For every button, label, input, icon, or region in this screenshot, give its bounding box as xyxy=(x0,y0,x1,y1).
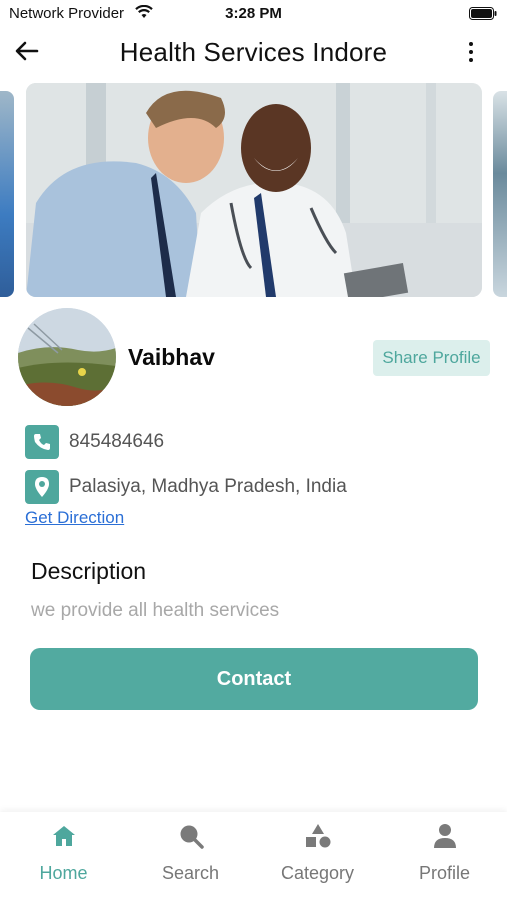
get-direction-link[interactable]: Get Direction xyxy=(25,508,124,528)
phone-row[interactable]: 845484646 xyxy=(25,425,164,459)
carousel-main-slide[interactable] xyxy=(26,83,482,297)
more-dot-icon xyxy=(469,58,473,62)
battery-icon xyxy=(469,7,497,20)
carousel-next-slide[interactable] xyxy=(493,91,507,297)
profile-icon xyxy=(431,822,459,850)
nav-item-home[interactable]: Home xyxy=(0,822,127,884)
page-title: Health Services Indore xyxy=(119,37,388,67)
image-carousel[interactable] xyxy=(0,83,507,297)
nav-label-category: Category xyxy=(280,863,355,883)
avatar xyxy=(18,308,116,406)
app-header: Health Services Indore xyxy=(0,32,507,72)
bottom-nav: Home Search Category Profile xyxy=(0,812,507,900)
nav-label-profile: Profile xyxy=(418,863,471,883)
nav-item-profile[interactable]: Profile xyxy=(381,822,507,884)
nav-item-search[interactable]: Search xyxy=(127,822,254,884)
location-row: Palasiya, Madhya Pradesh, India xyxy=(25,470,347,504)
status-time: 3:28 PM xyxy=(225,5,282,22)
profile-name: Vaibhav xyxy=(128,344,215,370)
nav-label-home: Home xyxy=(39,863,88,883)
status-bar: Network Provider 3:28 PM xyxy=(0,0,507,28)
location-text: Palasiya, Madhya Pradesh, India xyxy=(69,476,347,497)
category-icon xyxy=(304,822,332,850)
share-profile-button[interactable]: Share Profile xyxy=(373,340,490,376)
more-options-button[interactable] xyxy=(465,38,477,66)
home-icon xyxy=(50,822,78,850)
location-pin-icon xyxy=(25,470,59,504)
doctors-photo xyxy=(26,83,482,297)
more-dot-icon xyxy=(469,50,473,54)
description-heading: Description xyxy=(31,558,147,584)
contact-button[interactable]: Contact xyxy=(30,648,478,710)
carousel-prev-slide[interactable] xyxy=(0,91,14,297)
description-text: we provide all health services xyxy=(31,600,280,621)
more-dot-icon xyxy=(469,42,473,46)
avatar-photo xyxy=(18,308,116,406)
nav-item-category[interactable]: Category xyxy=(254,822,381,884)
phone-icon xyxy=(25,425,59,459)
phone-number: 845484646 xyxy=(69,431,165,452)
nav-label-search: Search xyxy=(161,863,220,883)
search-icon xyxy=(177,822,205,850)
